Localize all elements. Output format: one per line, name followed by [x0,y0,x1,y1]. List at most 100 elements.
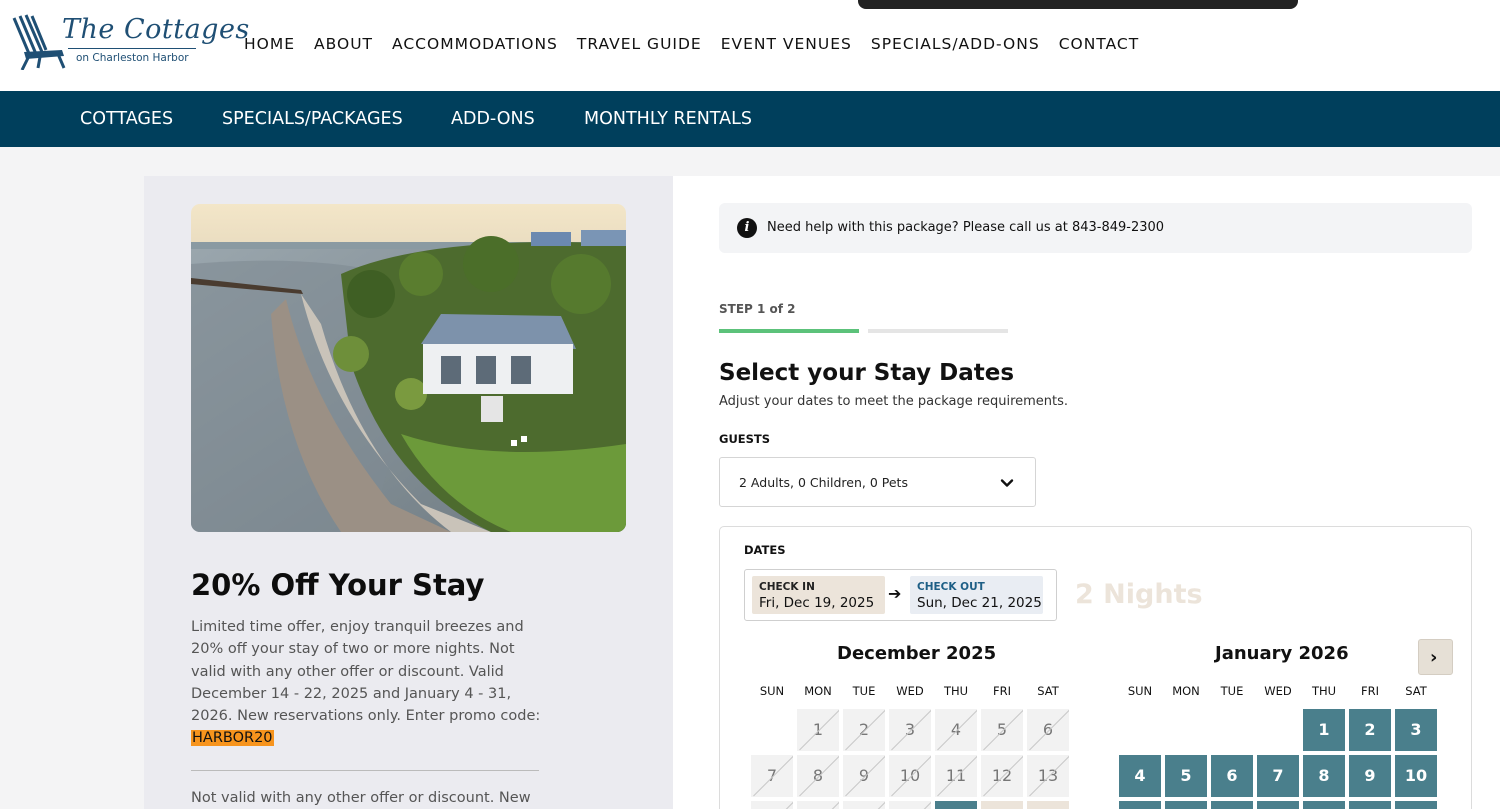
weekday-label: WED [896,684,924,698]
calendar-day[interactable]: 10 [1395,755,1437,797]
calendar-day-disabled: 4 [935,709,977,751]
chevron-down-icon [1000,479,1014,487]
calendar-day-disabled: 12 [981,755,1023,797]
offer-title: 20% Off Your Stay [191,568,485,602]
calendar-day-partial [843,801,885,809]
next-month-button[interactable]: › [1418,639,1453,675]
offer-description: Limited time offer, enjoy tranquil breez… [191,616,541,750]
step-progress-remaining [868,329,1008,333]
weekday-label: TUE [1220,684,1244,698]
calendar-day-disabled: 2 [843,709,885,751]
weekday-label: MON [804,684,832,698]
calendar-day[interactable]: 6 [1211,755,1253,797]
nav-event-venues[interactable]: EVENT VENUES [721,35,852,53]
calendar-day[interactable]: 5 [1165,755,1207,797]
calendar-day-partial[interactable] [1349,801,1391,809]
check-in-value: Fri, Dec 19, 2025 [759,595,875,611]
nav-home[interactable]: HOME [244,35,295,53]
arrow-right-icon: ➔ [888,584,902,603]
subnav-add-ons[interactable]: ADD-ONS [451,109,535,129]
calendar-day[interactable]: 2 [1349,709,1391,751]
sub-nav: COTTAGES SPECIALS/PACKAGES ADD-ONS MONTH… [0,91,1500,147]
logo-title: The Cottages [62,14,250,45]
calendar-day-partial[interactable] [1027,801,1069,809]
dates-picker: DATES CHECK IN Fri, Dec 19, 2025 ➔ CHECK… [719,526,1472,809]
section-divider [191,770,539,771]
weekday-label: FRI [1361,684,1379,698]
calendar-day-partial[interactable] [1119,801,1161,809]
booking-panel: i Need help with this package? Please ca… [673,176,1500,809]
site-header: The Cottages on Charleston Harbor HOME A… [0,0,1500,91]
calendar-day-disabled: 10 [889,755,931,797]
weekday-label: SAT [1037,684,1059,698]
section-title: Select your Stay Dates [719,360,1015,386]
logo-subtitle: on Charleston Harbor [76,52,189,64]
weekday-label: SAT [1405,684,1427,698]
calendar-day-disabled: 7 [751,755,793,797]
info-icon: i [737,218,757,238]
nav-travel-guide[interactable]: TRAVEL GUIDE [577,35,702,53]
calendar-day-partial[interactable] [981,801,1023,809]
month-title-january: January 2026 [1215,643,1349,664]
help-banner: i Need help with this package? Please ca… [719,203,1472,253]
dates-label: DATES [744,543,786,557]
guests-label: GUESTS [719,432,771,446]
calendar-day-disabled: 5 [981,709,1023,751]
guests-value: 2 Adults, 0 Children, 0 Pets [739,475,908,490]
calendar-day-disabled: 13 [1027,755,1069,797]
calendar-day[interactable]: 7 [1257,755,1299,797]
weekday-label: FRI [993,684,1011,698]
check-out-value: Sun, Dec 21, 2025 [917,595,1042,611]
check-out-label: CHECK OUT [917,581,985,593]
calendar-day-partial [751,801,793,809]
check-in-label: CHECK IN [759,581,815,593]
calendar-day-partial [889,801,931,809]
weekday-label: THU [1311,684,1337,698]
guests-select[interactable]: 2 Adults, 0 Children, 0 Pets [719,457,1036,507]
calendar-day[interactable]: 4 [1119,755,1161,797]
weekday-label: WED [1264,684,1292,698]
subnav-cottages[interactable]: COTTAGES [80,109,173,129]
calendar-day-partial [797,801,839,809]
month-title-december: December 2025 [837,643,997,664]
help-text: Need help with this package? Please call… [767,220,1165,235]
calendar-day[interactable]: 9 [1349,755,1391,797]
section-subtitle: Adjust your dates to meet the package re… [719,394,1069,409]
check-in-field[interactable]: CHECK IN Fri, Dec 19, 2025 [752,576,885,614]
chevron-right-icon: › [1430,647,1438,668]
calendar-day-partial[interactable] [1257,801,1299,809]
check-out-field[interactable]: CHECK OUT Sun, Dec 21, 2025 [910,576,1043,614]
subnav-monthly-rentals[interactable]: MONTHLY RENTALS [584,109,752,129]
nights-count: 2 Nights [1075,579,1203,610]
nav-accommodations[interactable]: ACCOMMODATIONS [392,35,558,53]
calendar-day-partial[interactable] [1211,801,1253,809]
weekday-label: SUN [1127,684,1153,698]
adirondack-chair-icon [12,14,66,70]
nav-specials-add-ons[interactable]: SPECIALS/ADD-ONS [871,35,1040,53]
calendar-day[interactable]: 8 [1303,755,1345,797]
package-photo [191,204,626,532]
browser-overlay-bar [858,0,1298,9]
nav-about[interactable]: ABOUT [314,35,373,53]
site-logo[interactable]: The Cottages on Charleston Harbor [10,12,249,70]
calendar-day-disabled: 6 [1027,709,1069,751]
offer-note: Not valid with any other offer or discou… [191,790,531,806]
calendar-day[interactable]: 1 [1303,709,1345,751]
weekday-label: SUN [759,684,785,698]
package-details-panel: 20% Off Your Stay Limited time offer, en… [144,176,673,809]
weekday-label: MON [1172,684,1200,698]
promo-code: HARBOR20 [191,730,274,747]
calendar-day-disabled: 11 [935,755,977,797]
calendar-day-partial[interactable] [935,801,977,809]
date-range-field[interactable]: CHECK IN Fri, Dec 19, 2025 ➔ CHECK OUT S… [744,569,1057,621]
subnav-specials-packages[interactable]: SPECIALS/PACKAGES [222,109,403,129]
calendar-day-partial[interactable] [1303,801,1345,809]
calendar-day[interactable]: 3 [1395,709,1437,751]
calendar-day-partial[interactable] [1165,801,1207,809]
main-nav: HOME ABOUT ACCOMMODATIONS TRAVEL GUIDE E… [244,35,1158,53]
weekday-label: THU [943,684,969,698]
calendar-day-partial[interactable] [1395,801,1437,809]
nav-contact[interactable]: CONTACT [1059,35,1140,53]
calendar-day-disabled: 8 [797,755,839,797]
weekday-label: TUE [852,684,876,698]
